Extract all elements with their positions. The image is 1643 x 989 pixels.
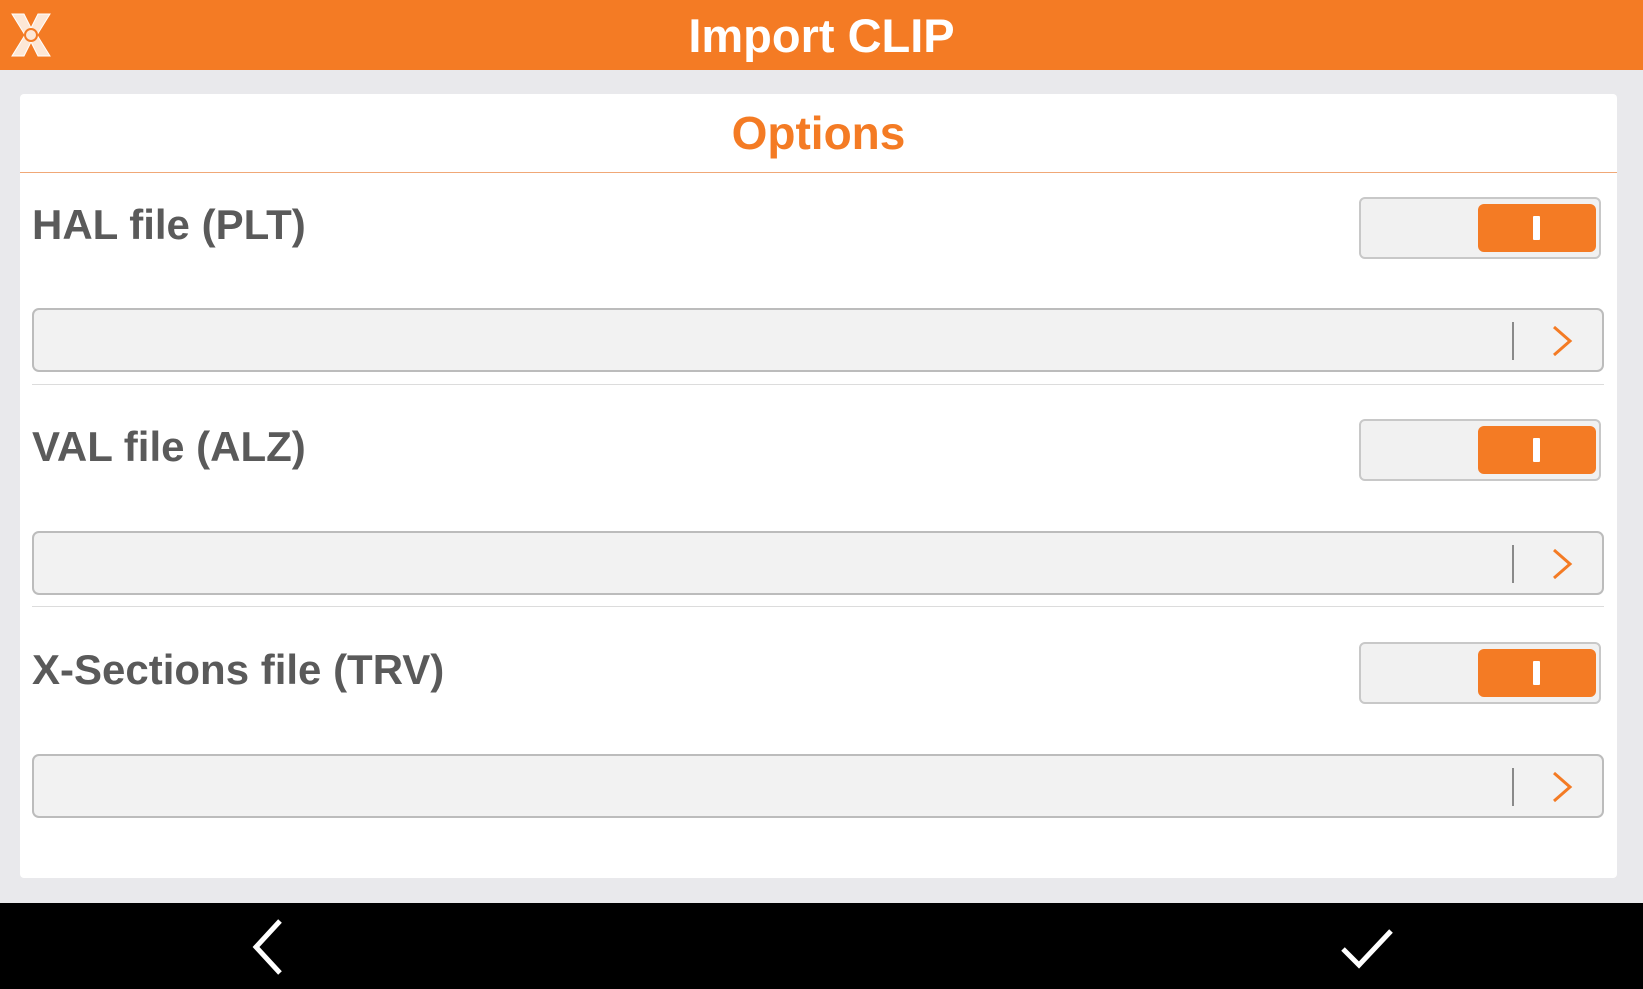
page-title: Import CLIP xyxy=(688,9,955,62)
options-title: Options xyxy=(731,107,906,159)
toggle-on-indicator xyxy=(1533,216,1540,240)
row-divider xyxy=(32,384,1604,385)
chevron-right-icon[interactable] xyxy=(1544,546,1578,582)
toggle-on-indicator xyxy=(1533,438,1540,462)
picker-separator xyxy=(1512,545,1514,583)
toggle-knob xyxy=(1478,426,1596,474)
toggle-knob xyxy=(1478,649,1596,697)
picker-separator xyxy=(1512,768,1514,806)
toggle-knob xyxy=(1478,204,1596,252)
bottom-nav-bar xyxy=(0,903,1643,989)
row-divider xyxy=(32,606,1604,607)
chevron-right-icon[interactable] xyxy=(1544,323,1578,359)
xsections-file-label: X-Sections file (TRV) xyxy=(32,646,445,693)
val-file-label: VAL file (ALZ) xyxy=(32,423,306,470)
toggle-on-indicator xyxy=(1533,661,1540,685)
picker-separator xyxy=(1512,322,1514,360)
back-chevron-icon[interactable] xyxy=(234,915,304,979)
options-header: Options xyxy=(20,94,1617,173)
val-file-toggle[interactable] xyxy=(1359,419,1601,481)
hal-file-toggle[interactable] xyxy=(1359,197,1601,259)
xsections-file-toggle[interactable] xyxy=(1359,642,1601,704)
val-file-picker[interactable] xyxy=(32,531,1604,595)
checkmark-icon[interactable] xyxy=(1331,915,1401,979)
title-bar: Import CLIP xyxy=(0,0,1643,70)
hal-file-picker[interactable] xyxy=(32,308,1604,372)
xsections-file-picker[interactable] xyxy=(32,754,1604,818)
chevron-right-icon[interactable] xyxy=(1544,769,1578,805)
options-card: Options HAL file (PLT) VAL file (ALZ) X-… xyxy=(20,94,1617,878)
hal-file-label: HAL file (PLT) xyxy=(32,201,306,248)
